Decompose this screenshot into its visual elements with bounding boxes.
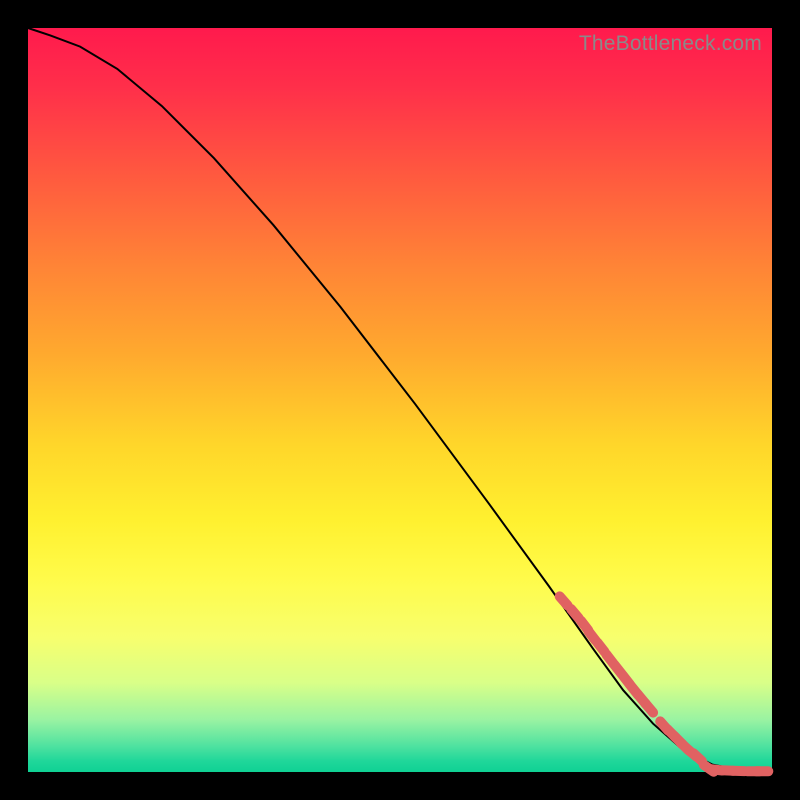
highlight-dash — [571, 609, 579, 618]
highlight-dashes — [560, 596, 769, 771]
chart-svg — [28, 28, 772, 772]
highlight-dash — [645, 703, 653, 712]
highlight-dash — [560, 596, 568, 605]
bottleneck-curve — [28, 28, 772, 772]
highlight-dash — [693, 753, 702, 761]
plot-area: TheBottleneck.com — [28, 28, 772, 772]
chart-stage: TheBottleneck.com — [0, 0, 800, 800]
